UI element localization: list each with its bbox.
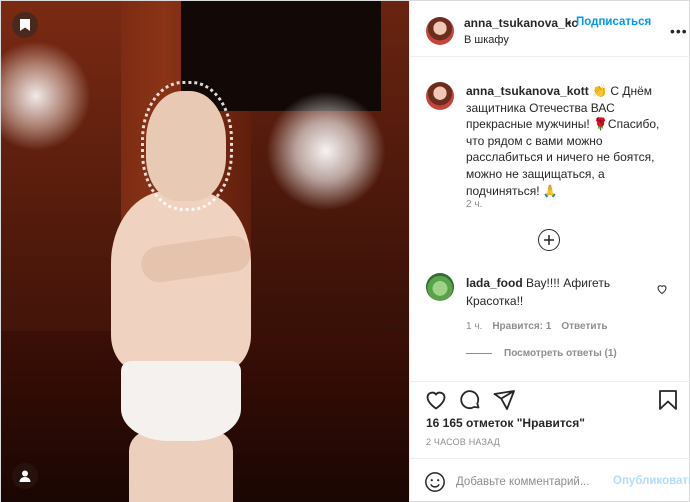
comment-time: 1 ч. bbox=[466, 321, 483, 332]
caption-username[interactable]: anna_tsukanova_kott bbox=[466, 84, 589, 98]
comment-input[interactable] bbox=[456, 472, 606, 492]
comment-icon[interactable] bbox=[458, 388, 482, 412]
user-icon[interactable] bbox=[12, 463, 38, 489]
replies-divider bbox=[466, 353, 492, 354]
subject-legs bbox=[129, 431, 233, 502]
photo-light-glare-right bbox=[266, 91, 386, 211]
caption-time: 2 ч. bbox=[466, 199, 483, 210]
heart-icon[interactable] bbox=[656, 283, 668, 295]
post-side-panel: anna_tsukanova_kc • Подписаться В шкафу … bbox=[409, 1, 690, 502]
comment-avatar[interactable] bbox=[426, 273, 454, 301]
subject-pearl-headpiece bbox=[141, 81, 233, 211]
caption-text: anna_tsukanova_kott 👏 С Днём защитника О… bbox=[466, 83, 678, 199]
caption-body: 👏 С Днём защитника Отечества ВАС прекрас… bbox=[466, 84, 660, 198]
subject-body bbox=[111, 191, 251, 371]
subject-shorts bbox=[121, 361, 241, 441]
add-comment-bar: Опубликовать bbox=[410, 458, 690, 502]
comment-text: lada_food Вау!!!! Афигеть Красотка!! bbox=[466, 274, 646, 310]
view-replies-label: Посмотреть ответы (1) bbox=[504, 348, 617, 359]
header-username[interactable]: anna_tsukanova_kc bbox=[464, 16, 578, 30]
bookmark-icon[interactable] bbox=[656, 388, 680, 412]
follow-button[interactable]: Подписаться bbox=[576, 16, 651, 28]
caption-avatar[interactable] bbox=[426, 82, 454, 110]
comment-meta: 1 ч. Нравится: 1 Ответить bbox=[466, 321, 608, 332]
heart-icon[interactable] bbox=[424, 388, 448, 412]
photo-subject bbox=[101, 61, 261, 502]
avatar[interactable] bbox=[426, 17, 454, 45]
view-replies-button[interactable]: Посмотреть ответы (1) bbox=[466, 348, 617, 359]
location-link[interactable]: В шкафу bbox=[464, 34, 509, 46]
smiley-icon[interactable] bbox=[424, 471, 446, 493]
reply-button[interactable]: Ответить bbox=[561, 321, 607, 332]
publish-button[interactable]: Опубликовать bbox=[613, 475, 690, 487]
post-header: anna_tsukanova_kc • Подписаться В шкафу … bbox=[410, 1, 690, 57]
share-icon[interactable] bbox=[492, 388, 516, 412]
post-container: anna_tsukanova_kc • Подписаться В шкафу … bbox=[0, 0, 690, 502]
plus-circle-icon[interactable] bbox=[538, 229, 560, 251]
comments-area: anna_tsukanova_kott 👏 С Днём защитника О… bbox=[410, 58, 690, 380]
action-bar bbox=[410, 381, 690, 415]
likes-count[interactable]: 16 165 отметок "Нравится" bbox=[426, 416, 585, 430]
post-timestamp[interactable]: 2 ЧАСОВ НАЗАД bbox=[426, 437, 500, 447]
bookmark-icon[interactable] bbox=[12, 12, 38, 38]
comment-username[interactable]: lada_food bbox=[466, 276, 523, 290]
header-separator: • bbox=[567, 16, 572, 30]
post-photo[interactable] bbox=[1, 1, 409, 502]
more-options-button[interactable]: ••• bbox=[670, 23, 688, 39]
comment-likes[interactable]: Нравится: 1 bbox=[492, 321, 551, 332]
